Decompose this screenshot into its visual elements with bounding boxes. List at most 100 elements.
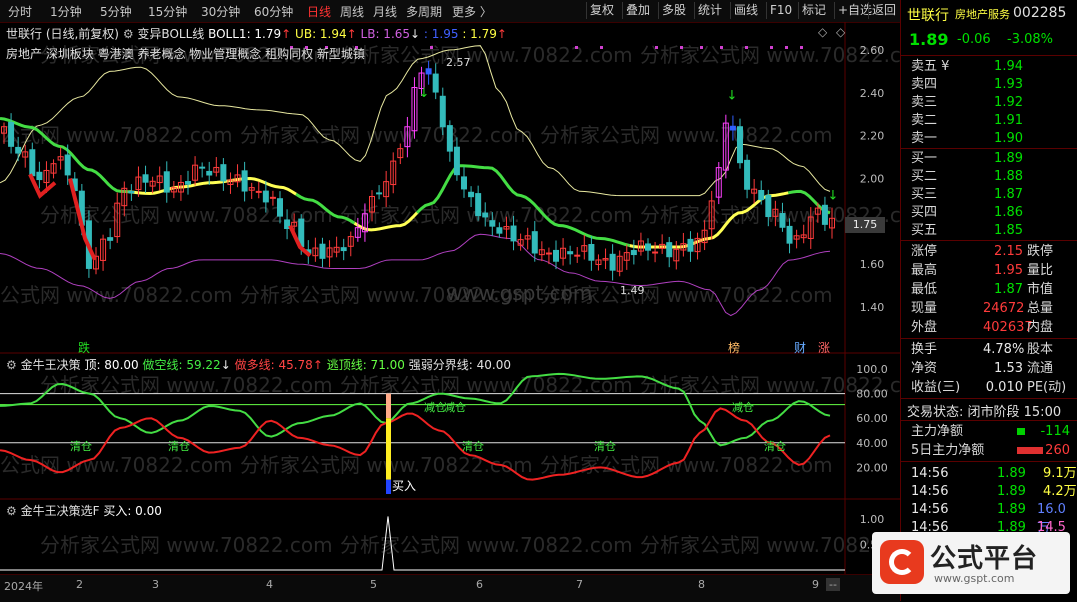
- watermark-text: 分析家公式网 www.70822.com: [240, 123, 533, 147]
- stock-name: 世联行: [907, 8, 949, 24]
- marker-bang[interactable]: 榜: [728, 339, 740, 356]
- concept-tags[interactable]: 房地产 深圳板块 粤港澳 养老概念 物业管理概念 租购同权 新型城镇: [6, 45, 365, 62]
- down-arrow-icon: ↓: [410, 27, 421, 41]
- stock-industry[interactable]: 房地产服务: [955, 6, 1010, 22]
- signal-dot: [745, 46, 748, 49]
- tab-30min[interactable]: 30分钟: [201, 3, 240, 20]
- candle-body: [340, 247, 347, 252]
- tab-daily[interactable]: 日线: [307, 3, 331, 20]
- candle-body: [241, 170, 248, 192]
- bid-row-5[interactable]: 买五 1.85: [901, 221, 1077, 240]
- down-arrow-marker: ↓: [419, 86, 430, 101]
- multi-stock-button[interactable]: 多股: [658, 2, 689, 19]
- brand-logo-icon: [880, 540, 924, 584]
- watermark-text: 分析家公式网 www.70822.com: [340, 43, 633, 67]
- candle-body: [220, 164, 227, 182]
- main-flow-row[interactable]: 主力净额 -114: [901, 422, 1077, 441]
- tab-weekly[interactable]: 周线: [340, 3, 364, 20]
- candle-body: [468, 191, 475, 198]
- watermark-text: 分析家公式网 www.70822.com: [40, 533, 333, 557]
- y-tick-label: 100.0: [856, 363, 888, 376]
- ask-row-4[interactable]: 卖四 1.93: [901, 75, 1077, 94]
- low-price-label: 1.49: [620, 284, 645, 297]
- stat-row: 涨停 2.15 跌停: [911, 244, 1054, 259]
- candle-body: [482, 212, 489, 218]
- back-button[interactable]: 返回: [868, 2, 899, 19]
- bid-row-3[interactable]: 买三 1.87: [901, 185, 1077, 204]
- escape-value: 逃顶线: 71.00: [326, 358, 405, 372]
- candle-body: [255, 190, 262, 193]
- signal-label: 清仓: [594, 440, 616, 453]
- tab-monthly[interactable]: 月线: [373, 3, 397, 20]
- tab-5min[interactable]: 5分钟: [100, 3, 132, 20]
- bid-row-4[interactable]: 买四 1.86: [901, 203, 1077, 222]
- tab-multi-period[interactable]: 多周期: [406, 3, 442, 20]
- price-change: -0.06: [957, 32, 991, 47]
- candle-body: [786, 225, 793, 244]
- bid-row-2[interactable]: 买二 1.88: [901, 167, 1077, 186]
- other-value-2: : 1.79: [462, 27, 497, 41]
- sub2-title[interactable]: 金牛王决策选F: [21, 504, 100, 518]
- signal-label: 减仓: [424, 401, 446, 414]
- x-axis[interactable]: 2024年 2 3 4 5 6 7 8 9 --: [0, 574, 900, 602]
- brand-badge[interactable]: 公式平台 www.gspt.com: [872, 532, 1070, 594]
- ask-row-1[interactable]: 卖一 1.90: [901, 129, 1077, 148]
- watermark-text: 分析家公式网 www.70822.com: [540, 123, 833, 147]
- scroll-button[interactable]: --: [826, 578, 840, 591]
- candle-body: [496, 227, 503, 234]
- zoom-out-icon[interactable]: ◇: [836, 25, 845, 39]
- tick-row: 14:56 1.89 9.1万: [911, 466, 1077, 481]
- x-tick: 7: [576, 578, 583, 591]
- candle-body: [461, 176, 467, 190]
- y-tick-label: 2.20: [860, 130, 885, 143]
- candle-body: [779, 213, 786, 228]
- ask-row-5[interactable]: 卖五 ¥1.94: [901, 57, 1077, 76]
- signal-label: 清仓: [462, 440, 484, 453]
- tab-minute[interactable]: 分时: [8, 3, 32, 20]
- ask-row-2[interactable]: 卖二 1.91: [901, 111, 1077, 130]
- candle-body: [645, 243, 651, 251]
- settings-icon[interactable]: ⚙: [6, 358, 17, 372]
- watermark-layer: 分析家公式网 www.70822.com 分析家公式网 www.70822.com…: [0, 43, 900, 557]
- candle-body: [36, 171, 43, 181]
- candle-body: [128, 190, 135, 194]
- bid-row-1[interactable]: 买一 1.89: [901, 149, 1077, 168]
- candle-body: [15, 146, 22, 154]
- tab-15min[interactable]: 15分钟: [148, 3, 187, 20]
- y-tick-label: 2.00: [860, 173, 885, 186]
- indicator-name[interactable]: 变异BOLL线: [137, 27, 204, 41]
- overlay-button[interactable]: 叠加: [622, 2, 653, 19]
- draw-line-button[interactable]: 画线: [730, 2, 761, 19]
- tab-60min[interactable]: 60分钟: [254, 3, 293, 20]
- gear-icon[interactable]: ⚙: [123, 27, 134, 41]
- x-tick: 2024年: [4, 580, 43, 593]
- settings-icon[interactable]: ⚙: [6, 504, 17, 518]
- other-value-1: : 1.95: [423, 27, 459, 41]
- f10-button[interactable]: F10: [766, 2, 795, 19]
- sub1-title[interactable]: 金牛王决策: [21, 358, 81, 372]
- tab-more[interactable]: 更多 〉: [452, 3, 492, 20]
- x-tick: 6: [476, 578, 483, 591]
- stat-row: 换手 4.78% 股本: [911, 342, 1054, 357]
- adjust-button[interactable]: 复权: [586, 2, 617, 19]
- statistics-button[interactable]: 统计: [694, 2, 725, 19]
- ask-row-3[interactable]: 卖三 1.92: [901, 93, 1077, 112]
- y-tick-label: 2.60: [860, 44, 885, 57]
- x-tick: 9: [812, 578, 819, 591]
- up-arrow-icon: ↑: [346, 27, 357, 41]
- sub2-legend: ⚙ 金牛王决策选F 买入: 0.00: [6, 502, 162, 519]
- five-day-flow-row[interactable]: 5日主力净额 260: [901, 441, 1077, 460]
- marker-cai[interactable]: 财: [794, 339, 806, 356]
- long-value: 做多线: 45.78: [234, 358, 313, 372]
- candle-body: [588, 243, 595, 261]
- candle-body: [553, 249, 559, 262]
- last-price-tag: 1.75: [845, 217, 885, 233]
- top-value: 顶: 80.00: [84, 358, 139, 372]
- candle-body: [567, 251, 574, 255]
- tab-1min[interactable]: 1分钟: [50, 3, 82, 20]
- candle-body: [630, 250, 637, 256]
- diamond-icon[interactable]: ◇: [818, 25, 827, 39]
- marker-zhang[interactable]: 涨: [818, 339, 830, 356]
- mark-button[interactable]: 标记: [798, 2, 829, 19]
- candle-body: [185, 181, 191, 185]
